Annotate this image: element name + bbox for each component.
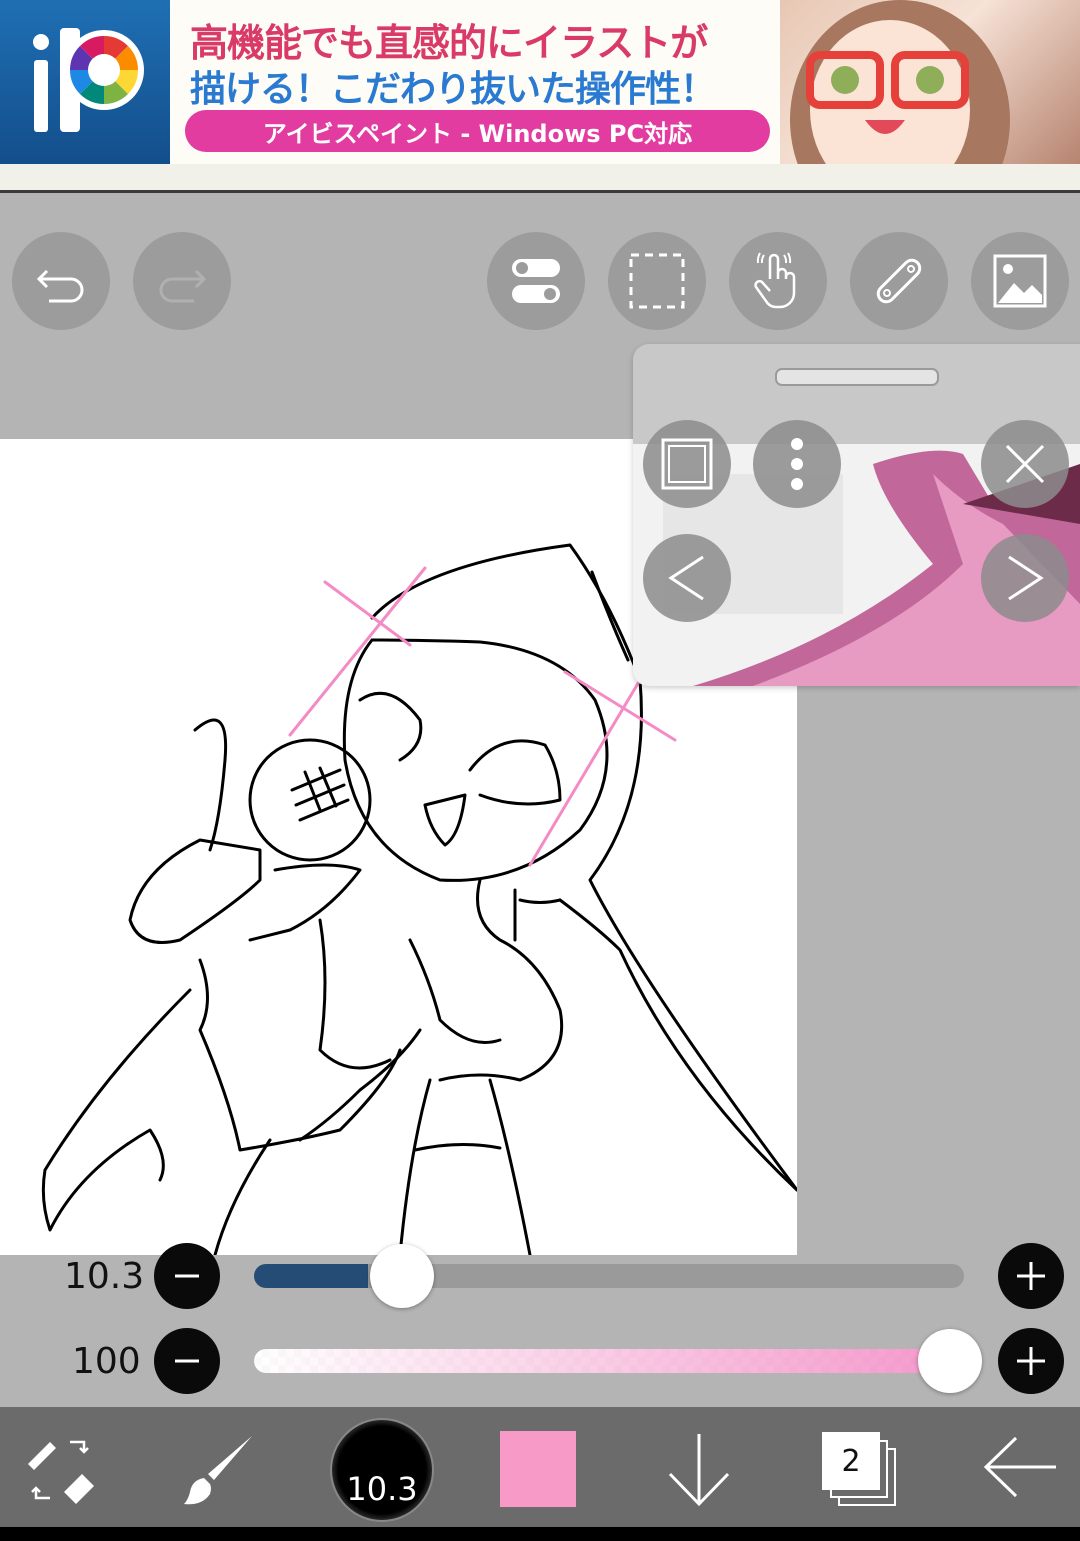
plus-icon bbox=[1017, 1347, 1045, 1375]
opacity-decrease-button[interactable] bbox=[154, 1328, 220, 1394]
system-nav-bar bbox=[0, 1527, 1080, 1541]
palette-logo-icon bbox=[33, 28, 144, 132]
reference-window[interactable] bbox=[633, 344, 1080, 686]
brush-size-decrease-button[interactable] bbox=[154, 1243, 220, 1309]
brush-eraser-swap-button[interactable] bbox=[20, 1430, 100, 1510]
minus-icon bbox=[175, 1359, 199, 1363]
close-icon bbox=[1005, 444, 1045, 484]
layer-count: 2 bbox=[822, 1432, 880, 1490]
toggle-icon bbox=[512, 259, 560, 303]
reference-window-drag-handle[interactable] bbox=[775, 368, 939, 386]
toggle-button[interactable] bbox=[487, 232, 585, 330]
chevron-left-icon bbox=[668, 555, 704, 601]
download-button[interactable] bbox=[664, 1430, 734, 1510]
brush-size-increase-button[interactable] bbox=[998, 1243, 1064, 1309]
square-frame-icon bbox=[661, 438, 713, 490]
arrow-left-icon bbox=[983, 1436, 1056, 1498]
redo-button[interactable] bbox=[133, 232, 231, 330]
brush-size-value: 10.3 bbox=[64, 1256, 145, 1297]
reference-image-button[interactable] bbox=[971, 232, 1069, 330]
ad-headline-1: 高機能でも直感的にイラストが bbox=[190, 21, 708, 65]
ad-banner[interactable]: 高機能でも直感的にイラストが 描ける！こだわり抜いた操作性！ アイビスペイント … bbox=[0, 0, 1080, 164]
opacity-slider-thumb[interactable] bbox=[918, 1329, 982, 1393]
brush-size-indicator[interactable]: 10.3 bbox=[330, 1418, 434, 1522]
ruler-button[interactable] bbox=[850, 232, 948, 330]
brush-eraser-swap-icon bbox=[28, 1440, 94, 1504]
minus-icon bbox=[175, 1274, 199, 1278]
ibis-paint-logo bbox=[0, 0, 170, 164]
image-icon bbox=[993, 254, 1047, 308]
opacity-value: 100 bbox=[72, 1341, 141, 1382]
brush-size-slider-thumb[interactable] bbox=[369, 1244, 434, 1308]
ruler-icon bbox=[876, 258, 922, 304]
reference-next-button[interactable] bbox=[981, 534, 1069, 622]
brush-size-indicator-label: 10.3 bbox=[346, 1470, 418, 1508]
ad-cta-pill[interactable]: アイビスペイント - Windows PC対応 bbox=[185, 110, 770, 152]
gesture-button[interactable] bbox=[729, 232, 827, 330]
undo-button[interactable] bbox=[12, 232, 110, 330]
layers-button[interactable]: 2 bbox=[822, 1432, 896, 1508]
ad-divider bbox=[0, 164, 1080, 193]
brush-size-slider-fill bbox=[254, 1264, 368, 1288]
redo-icon bbox=[159, 269, 207, 303]
arrow-down-icon bbox=[668, 1434, 730, 1507]
chevron-right-icon bbox=[1008, 555, 1044, 601]
more-vertical-icon bbox=[791, 438, 803, 490]
reference-fit-button[interactable] bbox=[643, 420, 731, 508]
color-picker-swatch[interactable] bbox=[500, 1431, 576, 1507]
reference-close-button[interactable] bbox=[981, 420, 1069, 508]
plus-icon bbox=[1017, 1262, 1045, 1290]
reference-menu-button[interactable] bbox=[753, 420, 841, 508]
back-button[interactable] bbox=[980, 1432, 1060, 1502]
undo-icon bbox=[36, 269, 84, 303]
ad-headline-2: 描ける！こだわり抜いた操作性！ bbox=[190, 69, 716, 110]
ad-character-illustration bbox=[780, 0, 1080, 164]
brush-tool-button[interactable] bbox=[180, 1430, 260, 1510]
selection-button[interactable] bbox=[608, 232, 706, 330]
brush-icon bbox=[184, 1436, 252, 1505]
brush-size-slider[interactable] bbox=[254, 1264, 964, 1288]
opacity-slider[interactable] bbox=[254, 1349, 964, 1373]
selection-icon bbox=[629, 253, 685, 309]
reference-prev-button[interactable] bbox=[643, 534, 731, 622]
hand-touch-icon bbox=[754, 252, 796, 309]
opacity-increase-button[interactable] bbox=[998, 1328, 1064, 1394]
